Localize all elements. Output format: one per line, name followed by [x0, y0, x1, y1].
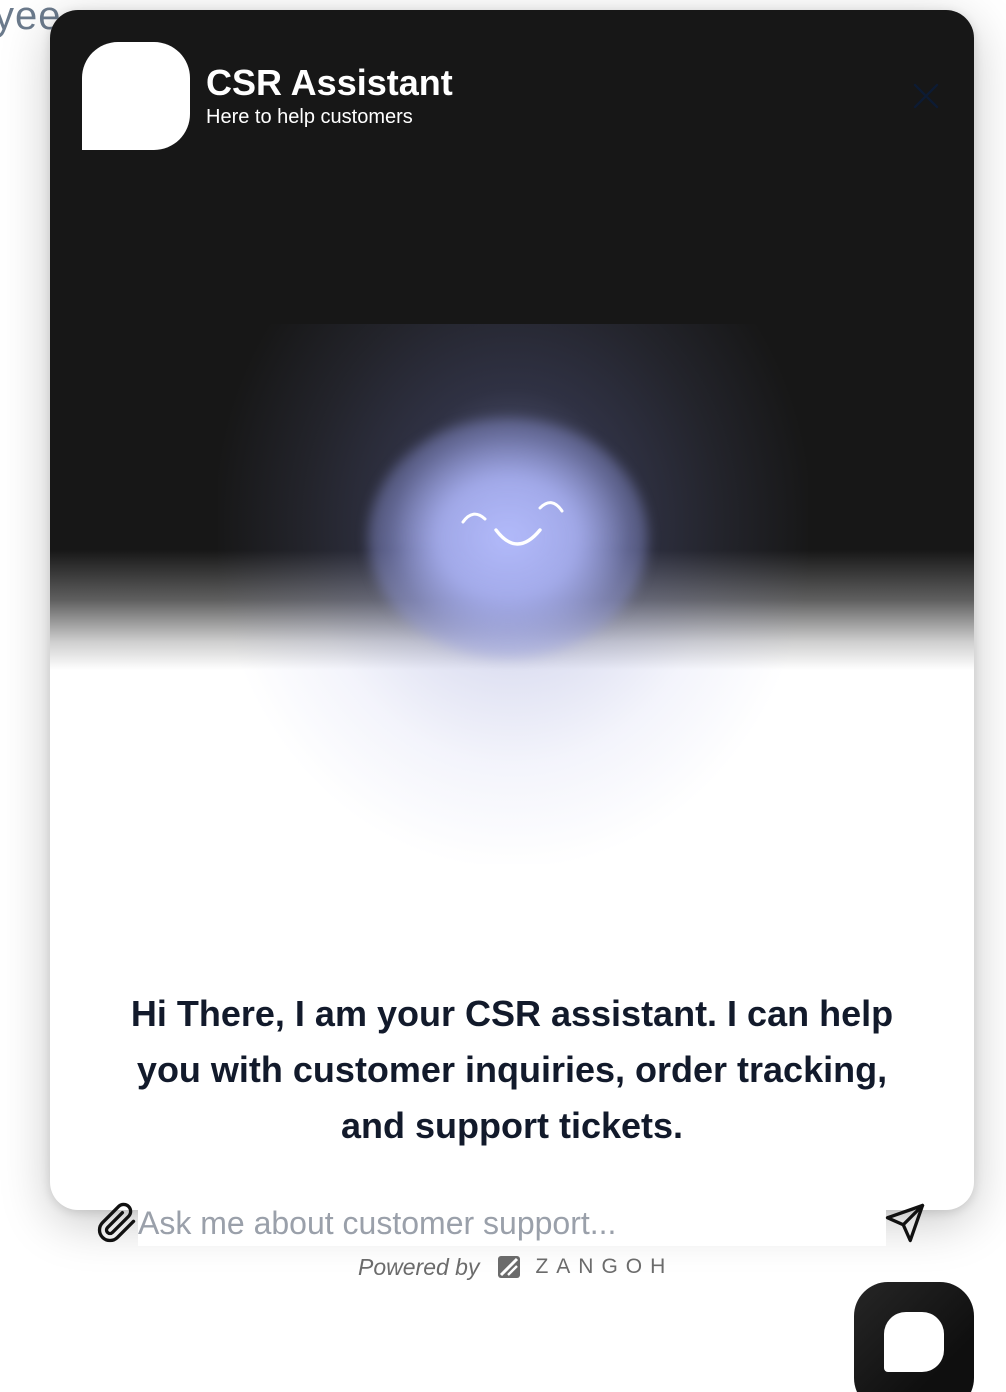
send-icon: [885, 1203, 925, 1243]
close-button[interactable]: [906, 76, 946, 116]
page: yee CSR Assistant Here to help customers…: [0, 0, 1006, 1392]
composer: [96, 1200, 926, 1248]
message-input[interactable]: [138, 1200, 886, 1246]
powered-by-label: Powered by: [358, 1253, 480, 1280]
assistant-avatar: [82, 42, 190, 150]
smiley-face-icon: [461, 501, 564, 546]
brand-name: ZANGOH: [535, 1255, 674, 1278]
send-button[interactable]: [884, 1202, 926, 1244]
attach-button[interactable]: [96, 1202, 138, 1244]
paperclip-icon: [97, 1202, 136, 1243]
greeting-message: Hi There, I am your CSR assistant. I can…: [130, 993, 894, 1146]
chat-launcher-button[interactable]: [854, 1282, 974, 1392]
chat-bubble-icon: [884, 1312, 944, 1372]
zangoh-logo-icon: [498, 1256, 521, 1278]
widget-title: CSR Assistant: [206, 62, 453, 103]
powered-by: Powered by ZANGOH: [358, 1250, 673, 1284]
widget-subtitle: Here to help customers: [206, 106, 413, 128]
chat-widget: CSR Assistant Here to help customers Hi …: [50, 10, 974, 1210]
close-icon: [913, 83, 939, 109]
